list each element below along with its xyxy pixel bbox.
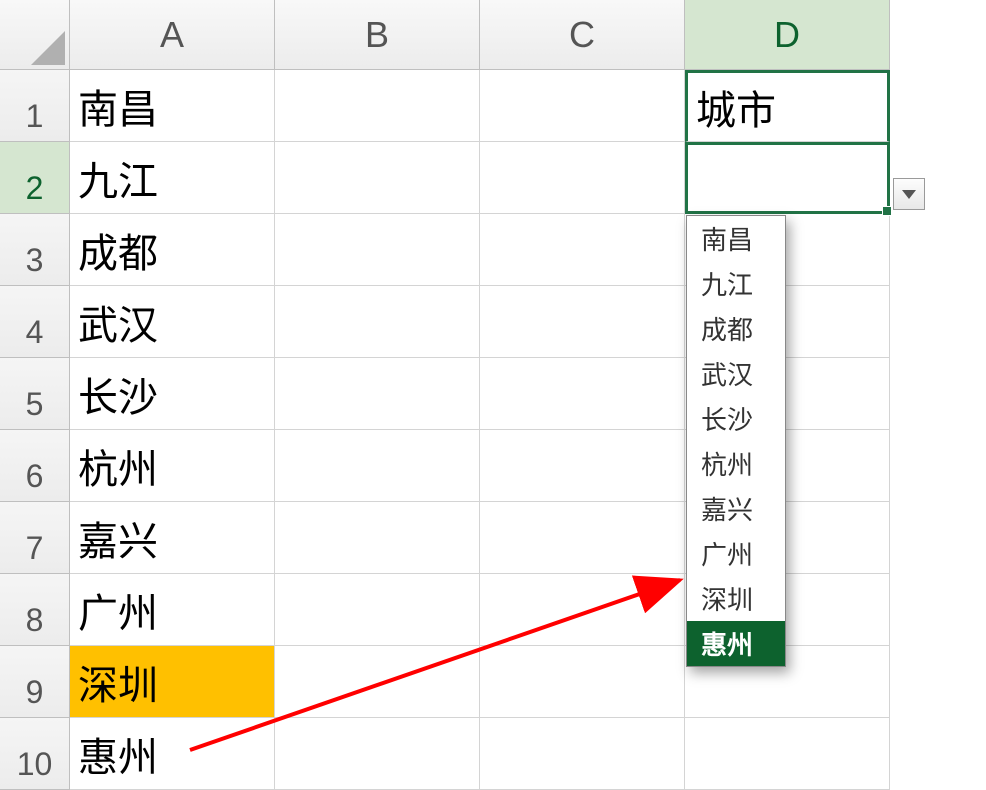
spreadsheet-grid: A B C D 1 南昌 城市 2 九江 3 成都 4 武汉 5 长沙 6 杭州… [0,0,986,790]
dropdown-item-6[interactable]: 嘉兴 [687,486,785,531]
col-header-D[interactable]: D [685,0,890,70]
cell-A3[interactable]: 成都 [70,214,275,286]
cell-B8[interactable] [275,574,480,646]
cell-B9[interactable] [275,646,480,718]
dropdown-item-9[interactable]: 惠州 [687,621,785,666]
cell-A4[interactable]: 武汉 [70,286,275,358]
cell-A7[interactable]: 嘉兴 [70,502,275,574]
cell-A9[interactable]: 深圳 [70,646,275,718]
dropdown-item-8[interactable]: 深圳 [687,576,785,621]
cell-A10[interactable]: 惠州 [70,718,275,790]
cell-A2[interactable]: 九江 [70,142,275,214]
cell-A6[interactable]: 杭州 [70,430,275,502]
dropdown-item-4[interactable]: 长沙 [687,396,785,441]
row-header-7[interactable]: 7 [0,502,70,574]
cell-B6[interactable] [275,430,480,502]
cell-B4[interactable] [275,286,480,358]
row-header-5[interactable]: 5 [0,358,70,430]
dropdown-item-7[interactable]: 广州 [687,531,785,576]
dropdown-item-5[interactable]: 杭州 [687,441,785,486]
row-header-9[interactable]: 9 [0,646,70,718]
cell-B5[interactable] [275,358,480,430]
row-header-3[interactable]: 3 [0,214,70,286]
cell-B3[interactable] [275,214,480,286]
cell-A5[interactable]: 长沙 [70,358,275,430]
dropdown-item-2[interactable]: 成都 [687,306,785,351]
row-header-6[interactable]: 6 [0,430,70,502]
cell-C2[interactable] [480,142,685,214]
cell-B1[interactable] [275,70,480,142]
cell-C5[interactable] [480,358,685,430]
dropdown-item-1[interactable]: 九江 [687,261,785,306]
row-header-1[interactable]: 1 [0,70,70,142]
cell-C4[interactable] [480,286,685,358]
dropdown-button[interactable] [893,178,925,210]
cell-C3[interactable] [480,214,685,286]
cell-D10[interactable] [685,718,890,790]
col-header-A[interactable]: A [70,0,275,70]
select-all-corner[interactable] [0,0,70,70]
cell-A1[interactable]: 南昌 [70,70,275,142]
cell-B10[interactable] [275,718,480,790]
cell-C7[interactable] [480,502,685,574]
dropdown-list[interactable]: 南昌 九江 成都 武汉 长沙 杭州 嘉兴 广州 深圳 惠州 [686,215,786,667]
row-header-10[interactable]: 10 [0,718,70,790]
row-header-2[interactable]: 2 [0,142,70,214]
cell-C10[interactable] [480,718,685,790]
cell-C6[interactable] [480,430,685,502]
col-header-B[interactable]: B [275,0,480,70]
cell-B7[interactable] [275,502,480,574]
row-header-4[interactable]: 4 [0,286,70,358]
cell-D2[interactable] [685,142,890,214]
cell-A8[interactable]: 广州 [70,574,275,646]
cell-C9[interactable] [480,646,685,718]
row-header-8[interactable]: 8 [0,574,70,646]
dropdown-item-0[interactable]: 南昌 [687,216,785,261]
cell-C8[interactable] [480,574,685,646]
fill-handle[interactable] [882,206,892,216]
dropdown-item-3[interactable]: 武汉 [687,351,785,396]
col-header-C[interactable]: C [480,0,685,70]
cell-B2[interactable] [275,142,480,214]
cell-D1[interactable]: 城市 [685,70,890,142]
cell-C1[interactable] [480,70,685,142]
